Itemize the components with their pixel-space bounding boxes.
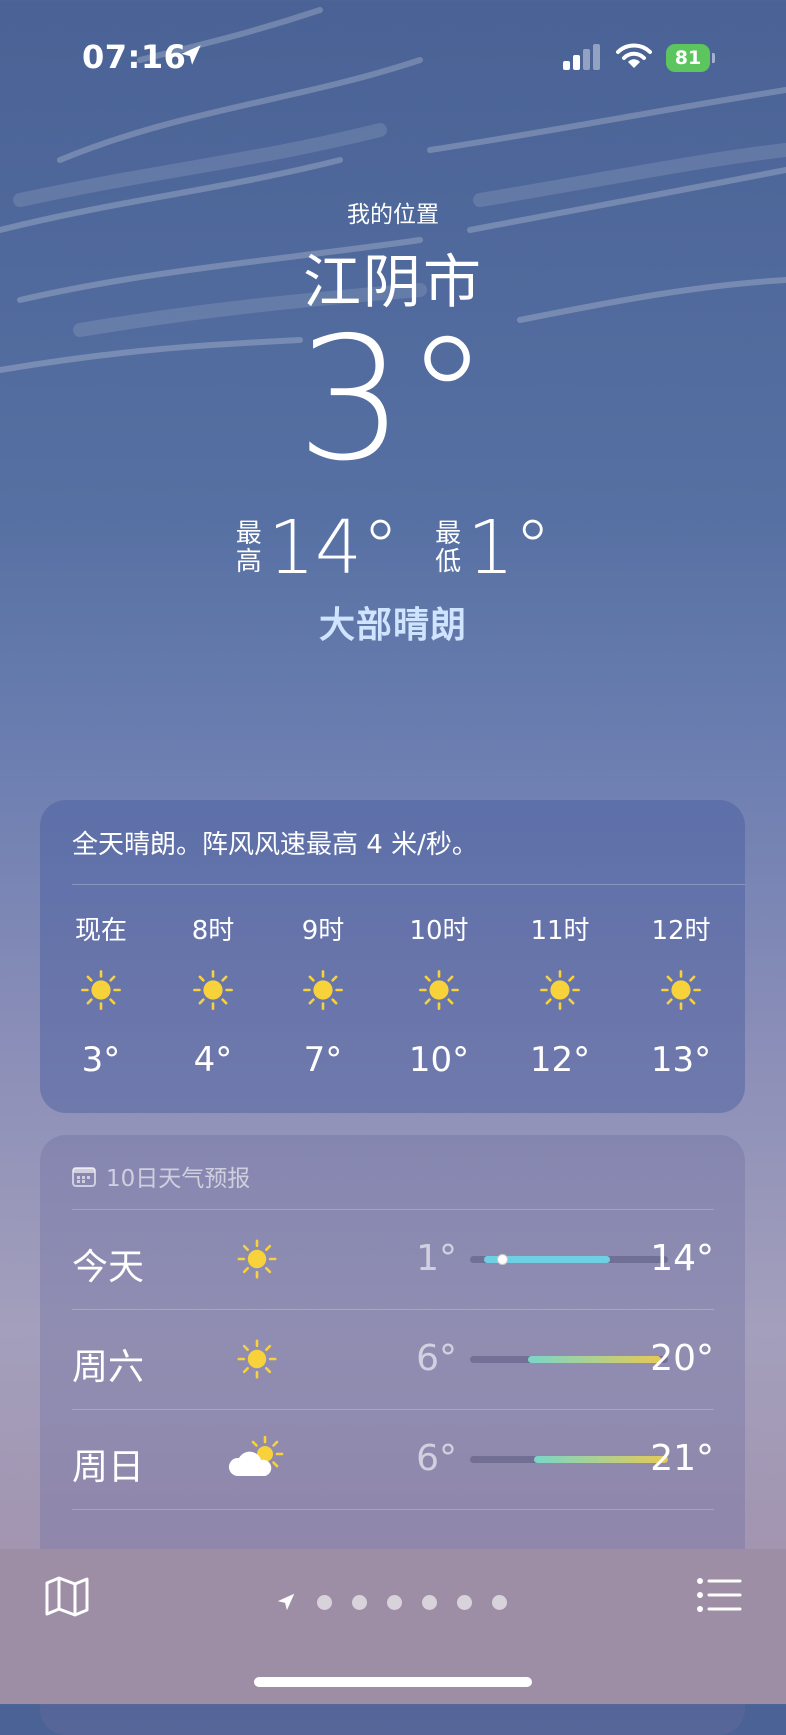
hourly-item: 现在 3°	[46, 910, 156, 1080]
condition-text: 大部晴朗	[318, 605, 467, 646]
hourly-item: 9时 7°	[268, 910, 378, 1080]
status-time: 07:16	[82, 38, 187, 76]
hourly-summary: 全天晴朗。阵风风速最高 4 米/秒。	[72, 830, 478, 860]
daily-row[interactable]: 周六 6° 20°	[72, 1309, 714, 1410]
page-dot[interactable]	[317, 1594, 332, 1610]
location-arrow-icon	[277, 1593, 295, 1611]
hourly-item: 10时 10°	[384, 910, 494, 1080]
hourly-item: 8时 4°	[158, 910, 268, 1080]
location-arrow-icon	[181, 45, 201, 65]
sun-icon	[227, 1334, 287, 1384]
status-bar: 07:16 81	[0, 0, 786, 110]
ten-day-title: 10日天气预报	[106, 1166, 251, 1192]
hour-temp: 10°	[408, 1040, 470, 1080]
wifi-icon	[616, 43, 652, 68]
hour-label: 9时	[301, 916, 345, 946]
calendar-icon	[72, 1167, 96, 1187]
hour-label: 11时	[530, 916, 590, 946]
daily-row[interactable]: 今天 1° 14°	[72, 1209, 714, 1310]
day-high: 20°	[650, 1338, 714, 1379]
hour-temp: 4°	[193, 1040, 233, 1080]
hour-label: 8时	[191, 916, 235, 946]
sun-icon	[46, 950, 156, 1030]
hour-temp: 7°	[303, 1040, 343, 1080]
day-low: 6°	[416, 1338, 457, 1379]
day-label: 周六	[72, 1347, 145, 1388]
day-high: 21°	[650, 1438, 714, 1479]
page-indicator[interactable]	[275, 1591, 507, 1613]
hourly-item: 11时 12°	[505, 910, 615, 1080]
list-icon[interactable]	[696, 1577, 742, 1613]
map-icon[interactable]	[44, 1573, 90, 1619]
hour-temp: 3°	[81, 1040, 121, 1080]
sun-icon	[158, 950, 268, 1030]
page-dot[interactable]	[422, 1594, 437, 1610]
high-temp: 14°	[267, 505, 399, 591]
hour-temp: 12°	[529, 1040, 591, 1080]
hour-label: 10时	[409, 916, 469, 946]
hour-label: 12时	[651, 916, 711, 946]
sun-icon	[268, 950, 378, 1030]
sun-icon	[505, 950, 615, 1030]
hour-label: 现在	[74, 916, 127, 946]
hour-temp: 13°	[650, 1040, 712, 1080]
day-label: 周日	[72, 1447, 145, 1488]
hourly-forecast-card[interactable]: 全天晴朗。阵风风速最高 4 米/秒。 现在 3° 8时 4° 9时 7° 10时 10…	[40, 800, 745, 1113]
low-temp: 1°	[467, 505, 552, 591]
partly-cloudy-icon	[227, 1434, 287, 1484]
cellular-signal-icon	[563, 44, 600, 70]
day-low: 1°	[416, 1238, 457, 1279]
hourly-item: 12时 13°	[626, 910, 736, 1080]
day-high: 14°	[650, 1238, 714, 1279]
page-dot[interactable]	[352, 1594, 367, 1610]
divider	[72, 884, 745, 885]
high-low: 最高 14° 最低 1°	[0, 505, 786, 591]
current-temp-dot	[497, 1254, 508, 1265]
ten-day-header: 10日天气预报	[72, 1159, 250, 1193]
sun-icon	[227, 1234, 287, 1284]
daily-row[interactable]: 周日 6° 21°	[72, 1409, 714, 1510]
page-dot[interactable]	[492, 1594, 507, 1610]
page-dot[interactable]	[387, 1594, 402, 1610]
page-dot[interactable]	[457, 1594, 472, 1610]
day-label: 今天	[72, 1247, 145, 1288]
high-label: 最高	[235, 519, 262, 577]
sun-icon	[384, 950, 494, 1030]
location-label: 我的位置	[347, 202, 439, 228]
day-low: 6°	[416, 1438, 457, 1479]
home-indicator	[254, 1677, 532, 1687]
low-label: 最低	[435, 519, 462, 577]
sun-icon	[626, 950, 736, 1030]
battery-level: 81	[666, 44, 710, 72]
battery-indicator: 81	[666, 44, 715, 72]
current-temperature: 3°	[296, 301, 490, 499]
bottom-toolbar	[0, 1549, 786, 1704]
